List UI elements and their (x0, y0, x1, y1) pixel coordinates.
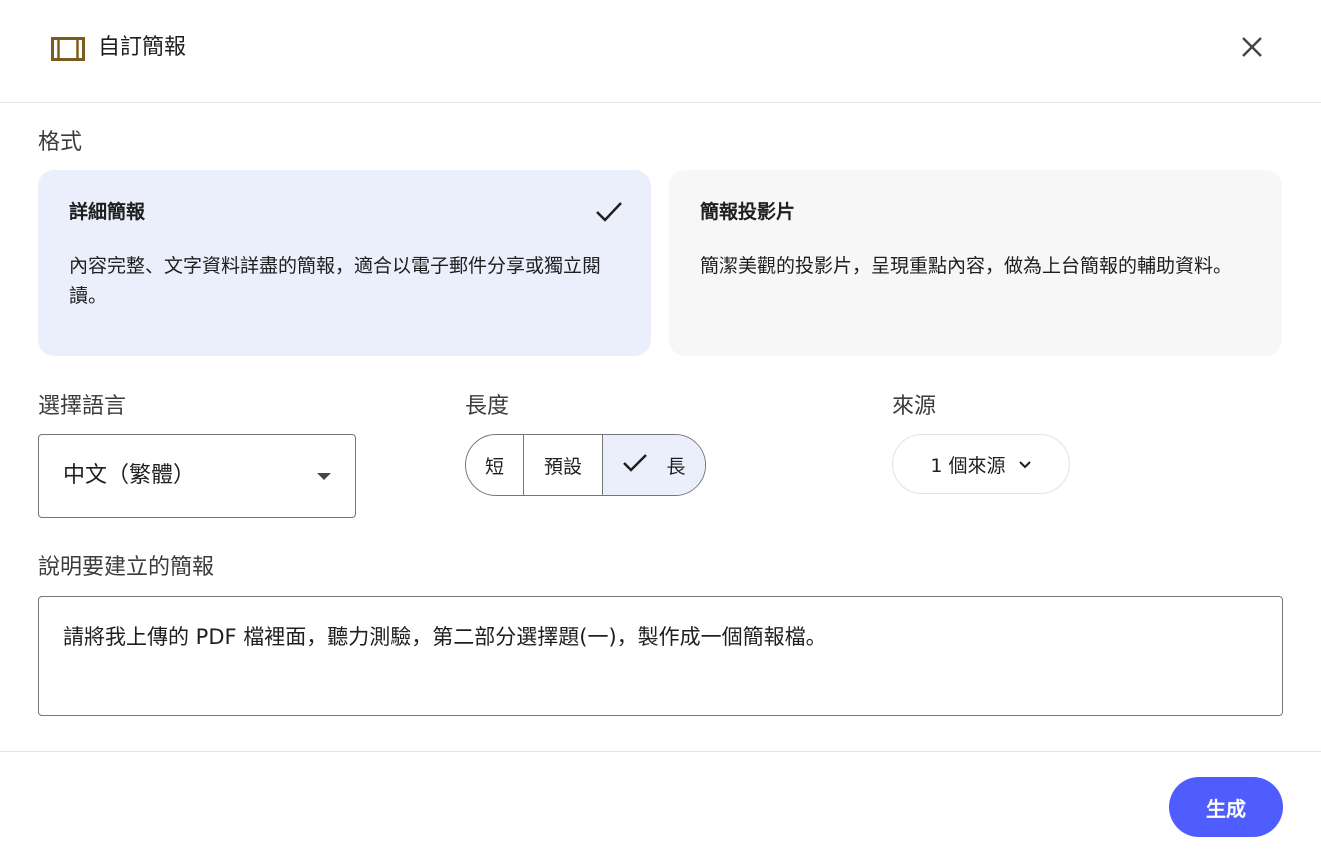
close-icon (1241, 36, 1263, 62)
source-value: 1 個來源 (930, 454, 1006, 477)
length-option-label: 短 (484, 455, 504, 478)
format-label: 格式 (38, 130, 83, 155)
footer-divider (0, 751, 1321, 752)
chevron-down-icon (1018, 453, 1032, 475)
length-option-label: 長 (666, 455, 686, 478)
close-button[interactable] (1232, 29, 1272, 69)
source-dropdown-button[interactable]: 1 個來源 (892, 434, 1070, 494)
dialog-title: 自訂簡報 (98, 35, 187, 60)
check-icon (594, 200, 624, 224)
format-option-detailed[interactable]: 詳細簡報 內容完整、文字資料詳盡的簡報，適合以電子郵件分享或獨立閱讀。 (38, 170, 651, 356)
length-label: 長度 (465, 394, 510, 419)
check-icon (622, 453, 648, 478)
format-option-description: 簡潔美觀的投影片，呈現重點內容，做為上台簡報的輔助資料。 (700, 255, 1233, 277)
format-option-slides[interactable]: 簡報投影片 簡潔美觀的投影片，呈現重點內容，做為上台簡報的輔助資料。 (669, 170, 1282, 356)
language-select[interactable]: 中文（繁體） (38, 434, 356, 518)
length-option-label: 預設 (543, 455, 582, 478)
language-label: 選擇語言 (38, 394, 127, 419)
dropdown-arrow-icon (317, 473, 331, 480)
length-option-long[interactable]: 長 (603, 435, 705, 495)
length-segmented-control: 短 預設 長 (465, 434, 706, 496)
description-textarea[interactable]: 請將我上傳的 PDF 檔裡面，聽力測驗，第二部分選擇題(一)，製作成一個簡報檔。 (38, 596, 1283, 716)
length-option-default[interactable]: 預設 (524, 435, 603, 495)
dialog-header: 自訂簡報 (0, 0, 1321, 103)
generate-button[interactable]: 生成 (1169, 777, 1283, 837)
language-value: 中文（繁體） (63, 463, 196, 488)
length-option-short[interactable]: 短 (466, 435, 524, 495)
format-option-description: 內容完整、文字資料詳盡的簡報，適合以電子郵件分享或獨立閱讀。 (69, 255, 602, 307)
format-option-title: 詳細簡報 (69, 201, 146, 223)
source-label: 來源 (892, 394, 937, 419)
description-text: 請將我上傳的 PDF 檔裡面，聽力測驗，第二部分選擇題(一)，製作成一個簡報檔。 (63, 625, 827, 649)
format-option-title: 簡報投影片 (700, 201, 796, 223)
description-label: 說明要建立的簡報 (38, 555, 215, 580)
slides-icon (51, 37, 85, 61)
